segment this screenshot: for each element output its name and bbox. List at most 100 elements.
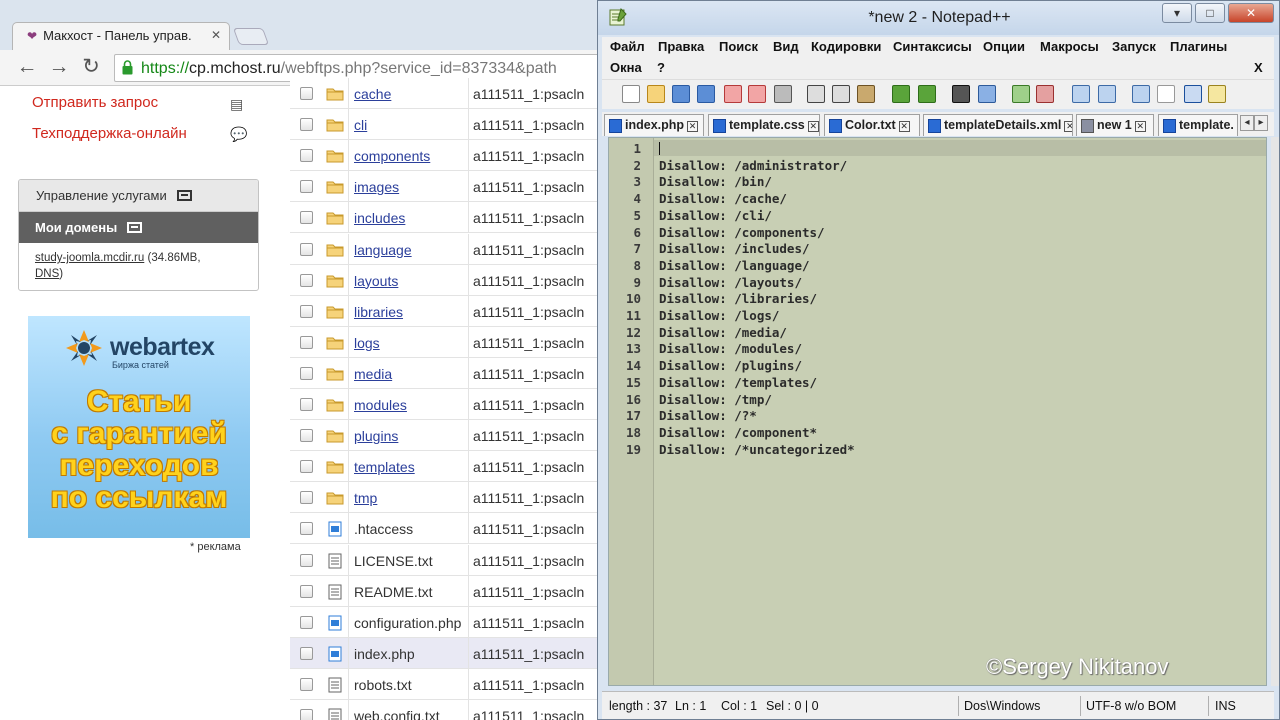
file-checkbox[interactable]: [300, 242, 313, 256]
ad-banner[interactable]: webartex Биржа статей Статьи с гарантией…: [28, 316, 250, 538]
file-name[interactable]: language: [354, 242, 412, 258]
menu-item[interactable]: Опции: [983, 39, 1025, 54]
close-window-button[interactable]: ✕: [1228, 3, 1274, 23]
services-header[interactable]: Управление услугами: [19, 180, 258, 212]
file-checkbox[interactable]: [300, 398, 313, 411]
file-name[interactable]: includes: [354, 210, 405, 226]
file-checkbox[interactable]: [300, 304, 313, 318]
file-name[interactable]: LICENSE.txt: [354, 553, 433, 569]
file-row[interactable]: language a111511_1:psacln: [290, 233, 600, 265]
menu-item[interactable]: Окна: [610, 60, 642, 75]
menu-item[interactable]: Правка: [658, 39, 704, 54]
file-checkbox[interactable]: [300, 460, 313, 474]
file-row[interactable]: README.txt a111511_1:psacln: [290, 575, 600, 607]
tab-close-icon[interactable]: ✕: [898, 121, 910, 132]
redo-icon[interactable]: [918, 85, 936, 103]
file-checkbox[interactable]: [300, 118, 313, 132]
maximize-button[interactable]: □: [1195, 3, 1225, 23]
file-name[interactable]: .htaccess: [354, 521, 413, 537]
menu-item[interactable]: Запуск: [1112, 39, 1156, 54]
domain-link[interactable]: study-joomla.mcdir.ru: [35, 252, 144, 264]
my-domains-header[interactable]: Мои домены: [19, 212, 258, 243]
file-name[interactable]: tmp: [354, 490, 377, 506]
menu-item[interactable]: Плагины: [1170, 39, 1227, 54]
file-row[interactable]: libraries a111511_1:psacln: [290, 295, 600, 327]
close-all-icon[interactable]: [748, 85, 766, 103]
file-row[interactable]: logs a111511_1:psacln: [290, 326, 600, 358]
file-checkbox[interactable]: [300, 646, 313, 660]
file-name[interactable]: configuration.php: [354, 615, 461, 631]
file-checkbox[interactable]: [300, 87, 313, 100]
file-name[interactable]: plugins: [354, 428, 398, 444]
tab-close-icon[interactable]: ✕: [211, 28, 221, 42]
file-name[interactable]: robots.txt: [354, 677, 412, 693]
file-checkbox[interactable]: [300, 149, 313, 163]
file-name[interactable]: images: [354, 179, 399, 195]
sync-h-icon[interactable]: [1098, 85, 1116, 103]
menu-item[interactable]: Вид: [773, 39, 799, 54]
tab-close-icon[interactable]: ✕: [807, 121, 819, 132]
open-file-icon[interactable]: [647, 85, 665, 103]
menu-item[interactable]: Файл: [610, 39, 645, 54]
file-row[interactable]: cache a111511_1:psacln: [290, 78, 600, 109]
file-row[interactable]: layouts a111511_1:psacln: [290, 264, 600, 296]
file-row[interactable]: configuration.php a111511_1:psacln: [290, 606, 600, 638]
find-icon[interactable]: [952, 85, 970, 103]
file-row[interactable]: web.config.txt a111511_1:psacln: [290, 700, 600, 720]
undo-icon[interactable]: [892, 85, 910, 103]
tab-close-icon[interactable]: ✕: [1064, 121, 1072, 132]
reload-icon[interactable]: ↻: [78, 55, 104, 81]
file-name[interactable]: README.txt: [354, 584, 433, 600]
indent-guide-icon[interactable]: [1184, 85, 1202, 103]
file-tab[interactable]: new 1 ✕: [1076, 114, 1154, 136]
dns-link[interactable]: DNS: [35, 268, 59, 280]
file-checkbox[interactable]: [300, 615, 313, 629]
file-row[interactable]: media a111511_1:psacln: [290, 357, 600, 389]
file-name[interactable]: templates: [354, 459, 415, 475]
file-checkbox[interactable]: [300, 366, 313, 380]
file-tab[interactable]: index.php ✕: [604, 114, 704, 136]
file-row[interactable]: LICENSE.txt a111511_1:psacln: [290, 544, 600, 576]
menu-item[interactable]: Макросы: [1040, 39, 1099, 54]
file-tab[interactable]: Color.txt ✕: [824, 114, 920, 136]
file-row[interactable]: plugins a111511_1:psacln: [290, 420, 600, 452]
file-row[interactable]: components a111511_1:psacln: [290, 140, 600, 172]
online-support-link[interactable]: Техподдержка-онлайн: [32, 125, 187, 142]
save-icon[interactable]: [672, 85, 690, 103]
file-row[interactable]: cli a111511_1:psacln: [290, 109, 600, 141]
save-all-icon[interactable]: [697, 85, 715, 103]
minimize-button[interactable]: ▾: [1162, 3, 1192, 23]
file-name[interactable]: libraries: [354, 304, 403, 320]
file-tab[interactable]: templateDetails.xml ✕: [923, 114, 1073, 136]
file-row[interactable]: .htaccess a111511_1:psacln: [290, 513, 600, 545]
browser-tab[interactable]: ❤ Макхост - Панель управ. ✕: [12, 22, 230, 50]
file-name[interactable]: index.php: [354, 646, 415, 662]
file-name[interactable]: layouts: [354, 273, 398, 289]
file-checkbox[interactable]: [300, 429, 313, 443]
file-checkbox[interactable]: [300, 709, 313, 720]
editor-area[interactable]: 1 2 Disallow: /administrator/3 Disallow: /b…: [608, 137, 1267, 686]
zoom-in-icon[interactable]: [1012, 85, 1030, 103]
file-checkbox[interactable]: [300, 522, 313, 536]
menu-item[interactable]: Кодировки: [811, 39, 881, 54]
menu-close-button[interactable]: X: [1254, 60, 1263, 75]
menu-item[interactable]: Поиск: [719, 39, 758, 54]
paste-icon[interactable]: [857, 85, 875, 103]
file-checkbox[interactable]: [300, 180, 313, 194]
print-icon[interactable]: [774, 85, 792, 103]
tab-scroll-left-icon[interactable]: ◂: [1240, 115, 1254, 131]
sync-v-icon[interactable]: [1072, 85, 1090, 103]
file-name[interactable]: media: [354, 366, 392, 382]
copy-icon[interactable]: [832, 85, 850, 103]
file-checkbox[interactable]: [300, 553, 313, 567]
file-row[interactable]: index.php a111511_1:psacln: [290, 637, 600, 669]
file-checkbox[interactable]: [300, 211, 313, 225]
file-name[interactable]: modules: [354, 397, 407, 413]
file-row[interactable]: modules a111511_1:psacln: [290, 389, 600, 420]
close-file-icon[interactable]: [724, 85, 742, 103]
show-all-chars-icon[interactable]: [1157, 85, 1175, 103]
file-row[interactable]: images a111511_1:psacln: [290, 171, 600, 203]
file-tab[interactable]: template.css ✕: [708, 114, 820, 136]
file-checkbox[interactable]: [300, 677, 313, 691]
menu-item[interactable]: Синтаксисы: [893, 39, 972, 54]
